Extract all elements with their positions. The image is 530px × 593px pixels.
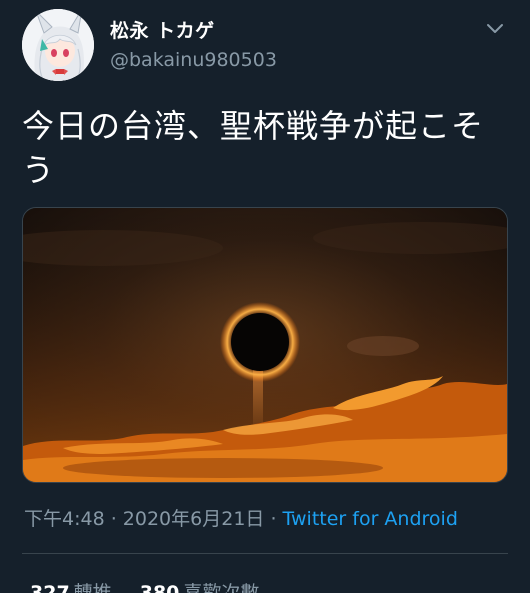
tweet-card: 松永 トカゲ @bakainu980503 今日の台湾、聖杯戦争が起こそう 下午… bbox=[0, 0, 530, 593]
tweet-source-link[interactable]: Twitter for Android bbox=[283, 508, 458, 530]
meta-separator: · bbox=[104, 508, 123, 530]
display-name[interactable]: 松永 トカゲ bbox=[110, 16, 215, 43]
divider bbox=[22, 553, 508, 554]
avatar[interactable] bbox=[22, 9, 94, 81]
likes-stat[interactable]: 380 喜歡次數 bbox=[140, 578, 260, 593]
retweets-count: 327 bbox=[30, 582, 70, 593]
user-handle[interactable]: @bakainu980503 bbox=[110, 49, 277, 71]
tweet-stats: 327 轉推 380 喜歡次數 bbox=[30, 578, 281, 593]
tweet-media-image[interactable] bbox=[22, 207, 508, 483]
tweet-text: 今日の台湾、聖杯戦争が起こそう bbox=[22, 107, 485, 189]
tweet-time: 下午4:48 bbox=[24, 508, 105, 530]
tweet-date[interactable]: 2020年6月21日 bbox=[123, 508, 265, 530]
tweet-metadata: 下午4:48 · 2020年6月21日 · Twitter for Androi… bbox=[24, 504, 458, 531]
chevron-down-icon[interactable] bbox=[484, 17, 506, 39]
likes-count: 380 bbox=[139, 582, 180, 593]
tweet-header: 松永 トカゲ @bakainu980503 bbox=[22, 9, 508, 81]
meta-separator: · bbox=[264, 508, 283, 530]
likes-label: 喜歡次數 bbox=[183, 582, 260, 593]
retweets-label: 轉推 bbox=[73, 582, 112, 593]
retweets-stat[interactable]: 327 轉推 bbox=[30, 578, 112, 593]
